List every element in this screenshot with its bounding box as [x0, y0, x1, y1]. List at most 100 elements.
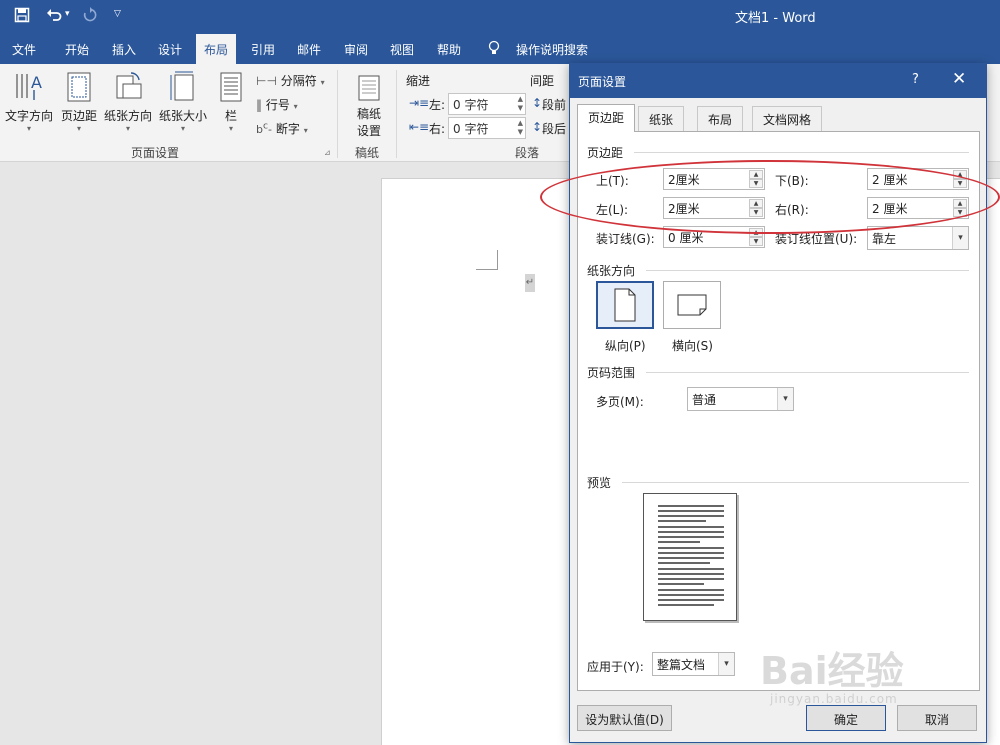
- page-setup-launcher-icon[interactable]: ⊿: [324, 148, 331, 157]
- baidu-watermark: Bai经验 jingyan.baidu.com: [760, 640, 950, 720]
- spin-up-icon[interactable]: ▲: [749, 199, 763, 208]
- breaks-button[interactable]: ⊢⊣ 分隔符 ▾: [256, 72, 325, 89]
- tab-insert[interactable]: 插入: [112, 41, 136, 58]
- right-margin-label: 右(R):: [775, 203, 809, 217]
- multiple-pages-label: 多页(M):: [596, 395, 644, 409]
- help-icon[interactable]: ?: [912, 72, 919, 87]
- indent-left-value: 0 字符: [453, 98, 489, 112]
- lightbulb-icon[interactable]: [488, 40, 500, 56]
- section-divider: [646, 270, 969, 271]
- text-direction-label: 文字方向: [4, 109, 53, 123]
- indent-left-input[interactable]: 0 字符 ▲ ▼: [448, 93, 526, 115]
- spin-down-icon[interactable]: ▼: [749, 208, 763, 217]
- orientation-icon: [116, 72, 142, 99]
- spin-down-icon[interactable]: ▼: [953, 208, 967, 217]
- breaks-label: 分隔符: [280, 74, 317, 88]
- tab-home[interactable]: 开始: [65, 41, 89, 58]
- draft-paper-icon: [358, 75, 380, 101]
- spacing-before-icon: ↕: [532, 96, 543, 110]
- spacing-before-label[interactable]: 段前: [542, 96, 566, 113]
- paragraph-mark: ↵: [525, 274, 535, 292]
- customize-dropdown-icon[interactable]: ▽: [114, 9, 121, 19]
- ribbon-tabs: 文件 开始 插入 设计 布局 引用 邮件 审阅 视图 帮助: [0, 34, 1000, 64]
- window-title: 文档1 - Word: [735, 11, 816, 26]
- line-numbers-dropdown-icon: ▾: [293, 102, 298, 111]
- indent-left-label: 左:: [429, 98, 446, 112]
- size-label: 纸张大小: [158, 109, 207, 123]
- tab-help[interactable]: 帮助: [437, 41, 461, 58]
- watermark-url: jingyan.baidu.com: [770, 692, 898, 706]
- columns-button[interactable]: 栏 ▾: [216, 70, 246, 133]
- landscape-label[interactable]: 横向(S): [672, 337, 713, 354]
- right-margin-input[interactable]: 2 厘米 ▲ ▼: [867, 197, 969, 219]
- bottom-margin-label: 下(B):: [775, 174, 809, 188]
- line-numbers-button[interactable]: ‖ 行号 ▾: [256, 96, 298, 113]
- indent-label: 缩进: [406, 74, 431, 88]
- undo-dropdown-icon[interactable]: ▾: [65, 9, 70, 19]
- text-direction-button[interactable]: A 文字方向 ▾: [3, 70, 55, 133]
- top-margin-input[interactable]: 2厘米 ▲ ▼: [663, 168, 765, 190]
- tab-layout[interactable]: 布局: [196, 34, 237, 64]
- undo-icon[interactable]: [46, 7, 62, 27]
- close-icon[interactable]: ✕: [952, 69, 966, 89]
- tab-view[interactable]: 视图: [390, 41, 414, 58]
- tab-document-grid[interactable]: 文档网格: [752, 106, 823, 131]
- portrait-label[interactable]: 纵向(P): [605, 337, 646, 354]
- indent-left-icon: ⇥≡: [409, 96, 430, 110]
- columns-dropdown-icon: ▾: [228, 124, 233, 133]
- landscape-page-icon: [677, 294, 707, 316]
- bottom-margin-input[interactable]: 2 厘米 ▲ ▼: [867, 168, 969, 190]
- draft-paper-label-line1: 稿纸: [356, 107, 381, 121]
- gutter-position-select[interactable]: 靠左 ▾: [867, 226, 969, 250]
- tab-margins[interactable]: 页边距: [577, 104, 636, 132]
- margins-label: 页边距: [60, 109, 97, 123]
- spin-up-icon[interactable]: ▲: [953, 199, 967, 208]
- left-margin-input[interactable]: 2厘米 ▲ ▼: [663, 197, 765, 219]
- group-separator: [396, 70, 397, 158]
- spin-up-icon[interactable]: ▲: [749, 170, 763, 179]
- group-separator: [337, 70, 338, 158]
- orientation-section-title: 纸张方向: [587, 264, 636, 278]
- tab-review[interactable]: 审阅: [344, 41, 368, 58]
- section-divider: [646, 372, 969, 373]
- right-margin-value: 2 厘米: [872, 202, 908, 216]
- apply-to-select[interactable]: 整篇文档 ▾: [652, 652, 735, 676]
- indent-right-spinner-icon[interactable]: ▲ ▼: [518, 119, 523, 137]
- hyphenation-button[interactable]: bc- 断字 ▾: [256, 120, 308, 137]
- size-button[interactable]: 纸张大小 ▾: [157, 70, 209, 133]
- gutter-value: 0 厘米: [668, 231, 704, 245]
- multiple-pages-select[interactable]: 普通 ▾: [687, 387, 794, 411]
- spacing-after-label[interactable]: 段后: [542, 120, 566, 137]
- margins-tab-panel: 页边距 上(T): 2厘米 ▲ ▼ 下(B): 2 厘米 ▲ ▼ 左(L): 2…: [577, 131, 980, 691]
- margins-section-title: 页边距: [587, 146, 624, 160]
- spin-down-icon[interactable]: ▼: [749, 179, 763, 188]
- portrait-option[interactable]: [596, 281, 654, 329]
- tab-paper[interactable]: 纸张: [638, 106, 685, 131]
- indent-right-label: 右:: [429, 122, 446, 136]
- orientation-button[interactable]: 纸张方向 ▾: [102, 70, 154, 133]
- margins-icon: [67, 72, 91, 102]
- gutter-input[interactable]: 0 厘米 ▲ ▼: [663, 226, 765, 248]
- set-as-default-button[interactable]: 设为默认值(D): [577, 705, 672, 731]
- indent-right-input[interactable]: 0 字符 ▲ ▼: [448, 117, 526, 139]
- tab-mailings[interactable]: 邮件: [297, 41, 321, 58]
- tab-file[interactable]: 文件: [12, 41, 36, 58]
- tab-design[interactable]: 设计: [158, 41, 182, 58]
- spin-up-icon[interactable]: ▲: [749, 228, 763, 237]
- left-margin-value: 2厘米: [668, 202, 700, 216]
- indent-left-spinner-icon[interactable]: ▲ ▼: [518, 95, 523, 113]
- tell-me-search[interactable]: 操作说明搜索: [516, 41, 588, 58]
- margins-button[interactable]: 页边距 ▾: [58, 70, 100, 133]
- spin-down-icon[interactable]: ▼: [953, 179, 967, 188]
- breaks-icon: ⊢⊣: [256, 74, 277, 88]
- columns-label: 栏: [224, 109, 237, 123]
- tab-references[interactable]: 引用: [251, 41, 275, 58]
- spin-up-icon[interactable]: ▲: [953, 170, 967, 179]
- spin-down-icon[interactable]: ▼: [749, 237, 763, 246]
- hyphenation-label: 断字: [275, 122, 300, 136]
- save-icon[interactable]: [14, 7, 30, 27]
- multiple-pages-value: 普通: [692, 393, 717, 407]
- tab-layout[interactable]: 布局: [697, 106, 744, 131]
- draft-paper-settings-button[interactable]: 稿纸 设置: [349, 74, 389, 139]
- landscape-option[interactable]: [663, 281, 721, 329]
